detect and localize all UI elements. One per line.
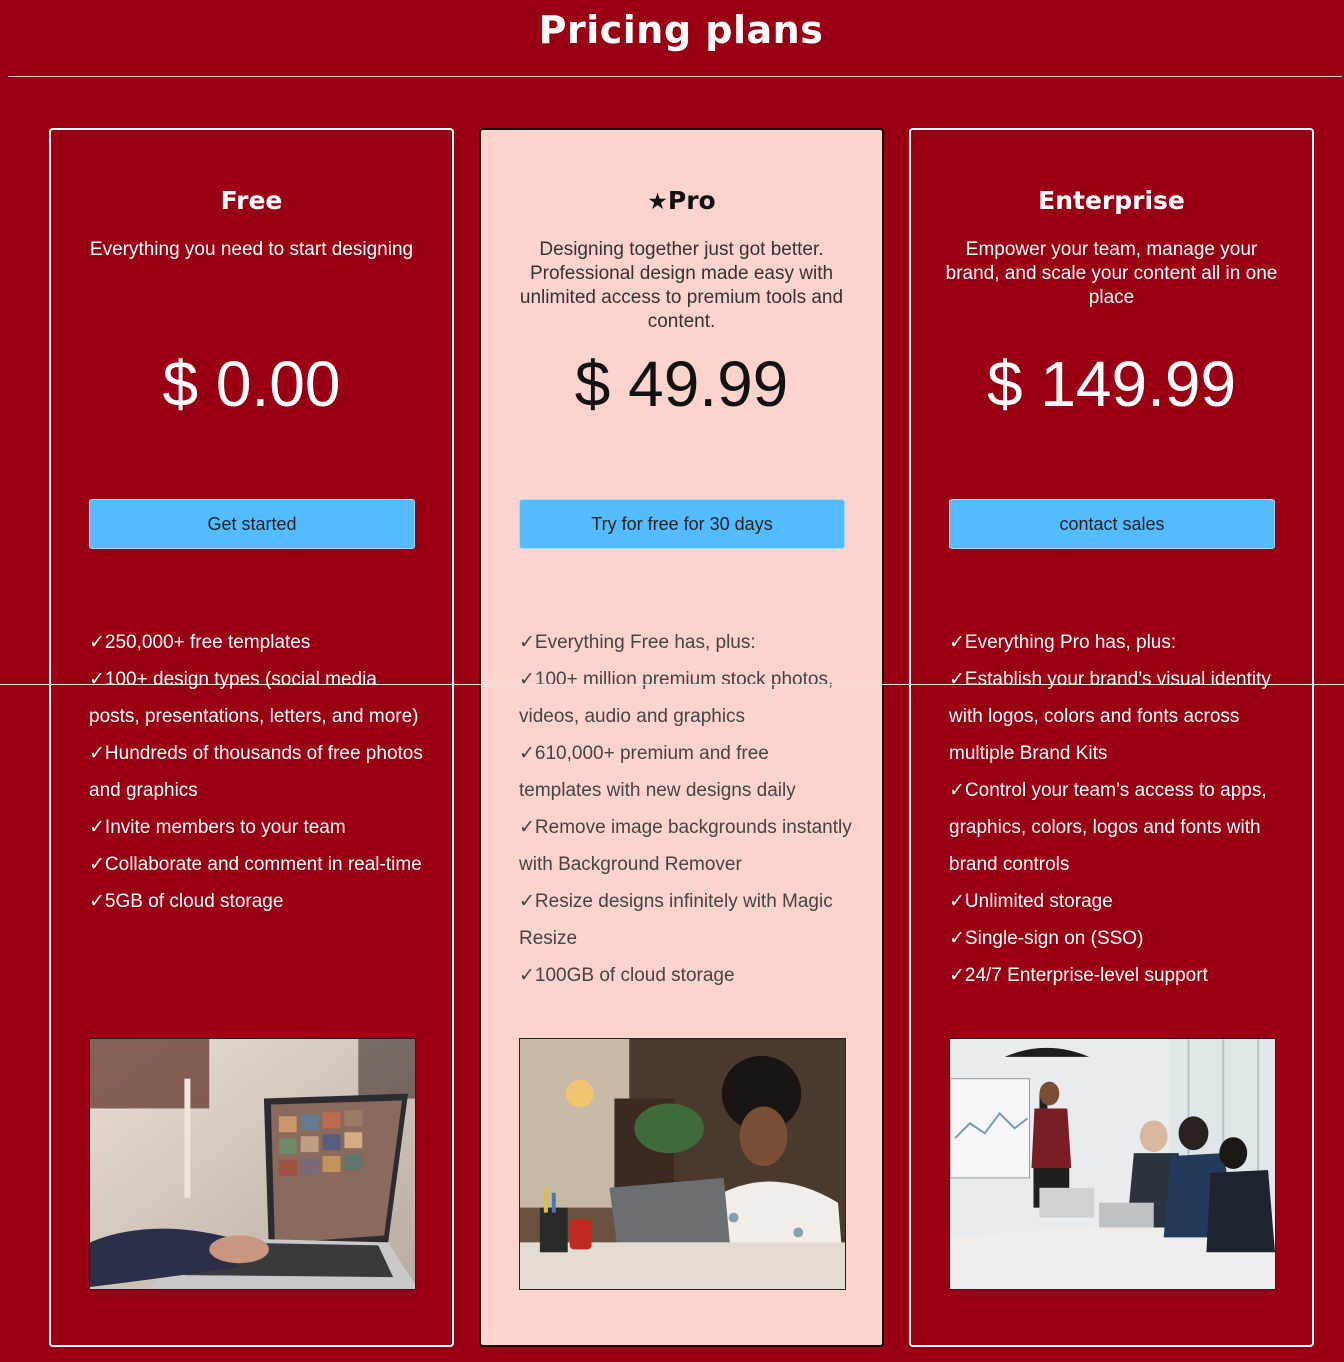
woman-laptop-photo	[519, 1038, 846, 1290]
feature-item: Unlimited storage	[949, 883, 1284, 920]
pricing-page: Pricing plans Free Everything you need t…	[0, 0, 1344, 1362]
feature-item: 100+ million premium stock photos, video…	[519, 661, 854, 735]
plan-price: $ 49.99	[574, 348, 789, 420]
plan-card-enterprise: Enterprise Empower your team, manage you…	[909, 128, 1314, 1347]
feature-item: 5GB of cloud storage	[89, 883, 424, 920]
feature-item: 610,000+ premium and free templates with…	[519, 735, 854, 809]
feature-item: 100+ design types (social media posts, p…	[89, 661, 424, 735]
meeting-photo	[949, 1038, 1276, 1290]
page-title: Pricing plans	[538, 8, 824, 52]
plan-card-free: Free Everything you need to start design…	[49, 128, 454, 1347]
contact-sales-button[interactable]: contact sales	[949, 499, 1275, 549]
plan-name: Free	[220, 186, 283, 215]
feature-list: Everything Pro has, plus: Establish your…	[949, 624, 1284, 994]
feature-item: 100GB of cloud storage	[519, 957, 854, 994]
laptop-photo	[89, 1038, 416, 1290]
feature-item: Collaborate and comment in real-time	[89, 846, 424, 883]
get-started-button[interactable]: Get started	[89, 499, 415, 549]
try-free-button[interactable]: Try for free for 30 days	[519, 499, 845, 549]
feature-item: Control your team’s access to apps, grap…	[949, 772, 1284, 883]
plan-price: $ 0.00	[162, 348, 341, 420]
feature-item: Everything Pro has, plus:	[949, 624, 1284, 661]
feature-item: Establish your brand’s visual identity w…	[949, 661, 1284, 772]
title-divider	[8, 76, 1342, 77]
plan-description: Everything you need to start designing	[89, 239, 414, 260]
feature-item: Everything Free has, plus:	[519, 624, 854, 661]
plan-card-pro: ★Pro Designing together just got better.…	[479, 128, 884, 1347]
feature-item: 250,000+ free templates	[89, 624, 424, 661]
feature-item: Remove image backgrounds instantly with …	[519, 809, 854, 883]
plan-description: Empower your team, manage your brand, an…	[945, 239, 1278, 308]
star-icon: ★	[647, 189, 668, 215]
feature-item: Single-sign on (SSO)	[949, 920, 1284, 957]
horizontal-guide-line	[0, 684, 1344, 685]
feature-list: Everything Free has, plus: 100+ million …	[519, 624, 854, 994]
plan-name-label: Pro	[667, 186, 716, 215]
plan-price: $ 149.99	[986, 348, 1237, 420]
plan-name: Enterprise	[1038, 186, 1185, 215]
feature-item: Hundreds of thousands of free photos and…	[89, 735, 424, 809]
plan-name: ★Pro	[481, 186, 882, 215]
feature-item: 24/7 Enterprise-level support	[949, 957, 1284, 994]
plan-description: Designing together just got better. Prof…	[519, 239, 844, 332]
feature-item: Resize designs infinitely with Magic Res…	[519, 883, 854, 957]
feature-item: Invite members to your team	[89, 809, 424, 846]
feature-list: 250,000+ free templates 100+ design type…	[89, 624, 424, 920]
